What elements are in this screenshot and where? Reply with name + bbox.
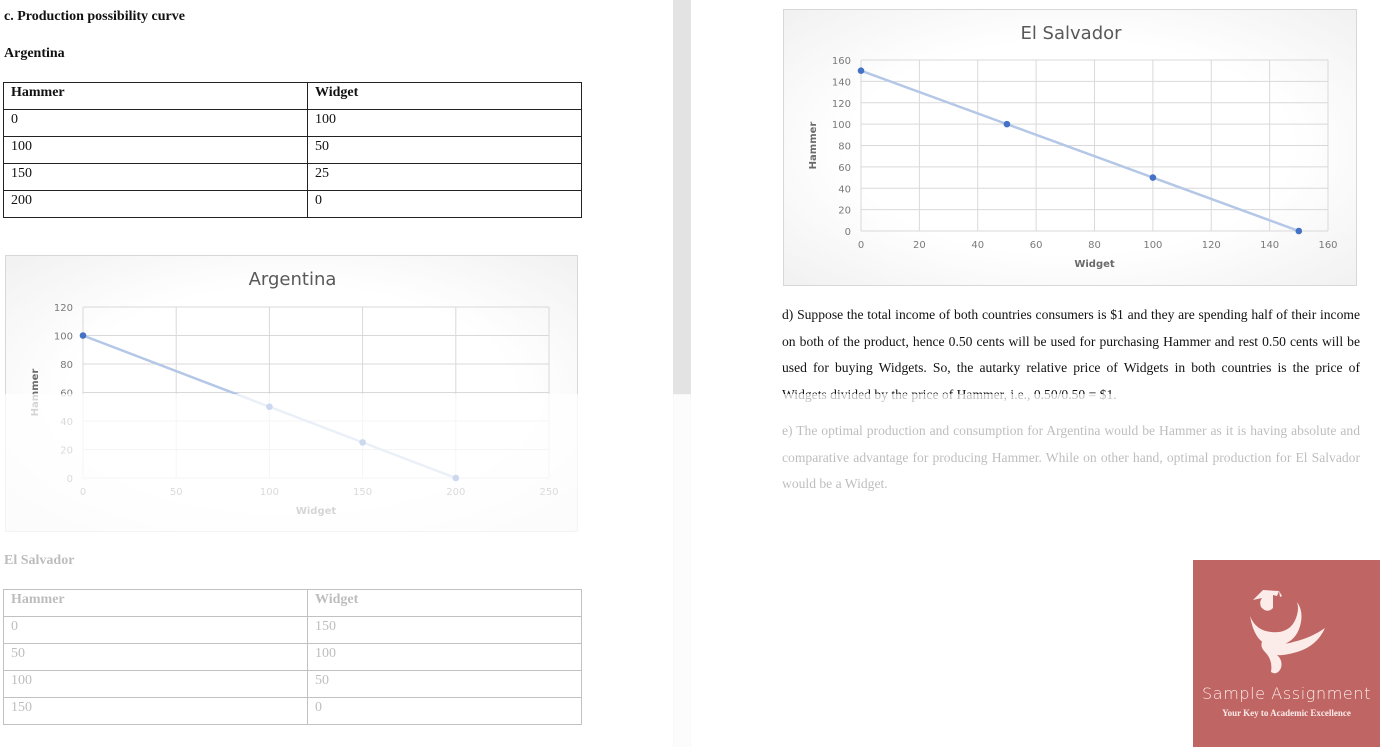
section-heading: c. Production possibility curve bbox=[4, 9, 185, 24]
table-row: 0 150 bbox=[3, 616, 582, 644]
table-header-cell: Widget bbox=[307, 82, 582, 110]
x-tick-label: 200 bbox=[446, 487, 465, 498]
el-salvador-table: Hammer Widget 0 150 50 100 100 50 150 0 bbox=[3, 589, 582, 725]
y-tick-label: 40 bbox=[838, 184, 851, 195]
y-tick-label: 120 bbox=[54, 303, 73, 314]
data-point bbox=[1003, 120, 1011, 128]
table-header-cell: Hammer bbox=[3, 82, 308, 110]
table-cell: 0 bbox=[307, 190, 582, 218]
table-cell: 50 bbox=[307, 670, 582, 698]
chart-title: El Salvador bbox=[1020, 23, 1122, 44]
logo-tagline: Your Key to Academic Excellence bbox=[1222, 708, 1351, 718]
x-tick-label: 50 bbox=[170, 487, 183, 498]
table-cell: 0 bbox=[307, 697, 582, 725]
y-tick-label: 160 bbox=[832, 56, 851, 67]
table-cell: 0 bbox=[3, 616, 308, 644]
y-axis-label: Hammer bbox=[808, 122, 819, 170]
y-tick-label: 80 bbox=[60, 360, 73, 371]
table-cell: 150 bbox=[3, 697, 308, 725]
x-tick-label: 120 bbox=[1202, 240, 1221, 251]
y-tick-label: 100 bbox=[832, 120, 851, 131]
x-tick-label: 0 bbox=[858, 240, 864, 251]
table-row: 100 50 bbox=[3, 136, 582, 164]
paragraph-d: d) Suppose the total income of both coun… bbox=[782, 307, 1360, 402]
table-cell: 150 bbox=[3, 163, 308, 191]
table-cell: 50 bbox=[3, 643, 308, 671]
table-cell: 100 bbox=[307, 109, 582, 137]
y-tick-label: 40 bbox=[60, 417, 73, 428]
y-tick-label: 60 bbox=[838, 163, 851, 174]
sample-assignment-logo[interactable]: Sample Assignment Your Key to Academic E… bbox=[1193, 560, 1380, 747]
page-scrollbar[interactable] bbox=[673, 0, 691, 747]
data-point bbox=[1295, 227, 1303, 235]
y-tick-label: 0 bbox=[845, 227, 851, 238]
data-point bbox=[359, 439, 366, 446]
data-point bbox=[266, 403, 273, 411]
y-tick-label: 120 bbox=[832, 99, 851, 110]
x-tick-label: 160 bbox=[1318, 240, 1337, 251]
el-salvador-chart-svg: El Salvador 0 20 40 60 80 100 120 140 160 0 20 40 60 8… bbox=[808, 23, 1338, 270]
data-point bbox=[452, 474, 460, 482]
el-salvador-heading: El Salvador bbox=[4, 553, 75, 568]
table-cell: 50 bbox=[307, 136, 582, 164]
x-axis-label: Widget bbox=[296, 506, 337, 517]
x-tick-label: 100 bbox=[1143, 240, 1162, 251]
table-header-cell: Hammer bbox=[3, 589, 308, 617]
data-point bbox=[1149, 174, 1157, 181]
table-row: 150 25 bbox=[3, 163, 582, 191]
table-row: 200 0 bbox=[3, 190, 582, 218]
x-tick-label: 80 bbox=[1088, 240, 1101, 251]
y-tick-label: 60 bbox=[60, 389, 73, 400]
argentina-chart-svg: Argentina 0 20 40 60 80 100 120 0 50 100 150 200 250 W… bbox=[30, 269, 559, 517]
graduate-figure-icon bbox=[1250, 590, 1325, 674]
x-tick-label: 40 bbox=[971, 240, 984, 251]
table-cell: 150 bbox=[307, 616, 582, 644]
x-tick-label: 140 bbox=[1260, 240, 1279, 251]
table-cell: 100 bbox=[3, 670, 308, 698]
y-tick-label: 0 bbox=[67, 474, 73, 485]
table-row: 50 100 bbox=[3, 643, 582, 671]
x-tick-label: 0 bbox=[80, 487, 86, 498]
table-header-row: Hammer Widget bbox=[3, 589, 582, 617]
y-tick-label: 20 bbox=[838, 206, 851, 217]
data-point bbox=[79, 332, 87, 339]
table-row: 100 50 bbox=[3, 670, 582, 698]
x-tick-label: 100 bbox=[260, 487, 279, 498]
x-tick-label: 60 bbox=[1030, 240, 1043, 251]
argentina-chart: Argentina 0 20 40 60 80 100 120 0 50 100 150 200 250 W… bbox=[5, 255, 578, 532]
y-tick-label: 20 bbox=[60, 446, 73, 457]
logo-name: Sample Assignment bbox=[1202, 684, 1371, 703]
y-tick-label: 80 bbox=[838, 142, 851, 153]
scrollbar-thumb[interactable] bbox=[674, 0, 690, 395]
table-row: 0 100 bbox=[3, 109, 582, 137]
y-tick-label: 100 bbox=[54, 332, 73, 343]
x-tick-label: 150 bbox=[353, 487, 372, 498]
data-point bbox=[857, 67, 865, 74]
y-tick-label: 140 bbox=[832, 77, 851, 88]
argentina-table: Hammer Widget 0 100 100 50 150 25 200 0 bbox=[3, 82, 582, 218]
table-row: 150 0 bbox=[3, 697, 582, 725]
chart-title: Argentina bbox=[249, 269, 337, 290]
series-line bbox=[860, 69, 1300, 233]
table-cell: 0 bbox=[3, 109, 308, 137]
table-cell: 25 bbox=[307, 163, 582, 191]
x-axis-label: Widget bbox=[1074, 259, 1115, 270]
table-header-row: Hammer Widget bbox=[3, 82, 582, 110]
argentina-heading: Argentina bbox=[4, 46, 65, 61]
table-cell: 100 bbox=[3, 136, 308, 164]
table-cell: 200 bbox=[3, 190, 308, 218]
x-tick-label: 20 bbox=[913, 240, 926, 251]
table-cell: 100 bbox=[307, 643, 582, 671]
x-tick-label: 250 bbox=[539, 487, 558, 498]
y-axis-label: Hammer bbox=[30, 369, 41, 417]
table-header-cell: Widget bbox=[307, 589, 582, 617]
el-salvador-chart: El Salvador 0 20 40 60 80 100 120 140 160 0 20 40 60 8… bbox=[783, 9, 1357, 286]
paragraph-e: e) The optimal production and consumptio… bbox=[782, 423, 1360, 491]
